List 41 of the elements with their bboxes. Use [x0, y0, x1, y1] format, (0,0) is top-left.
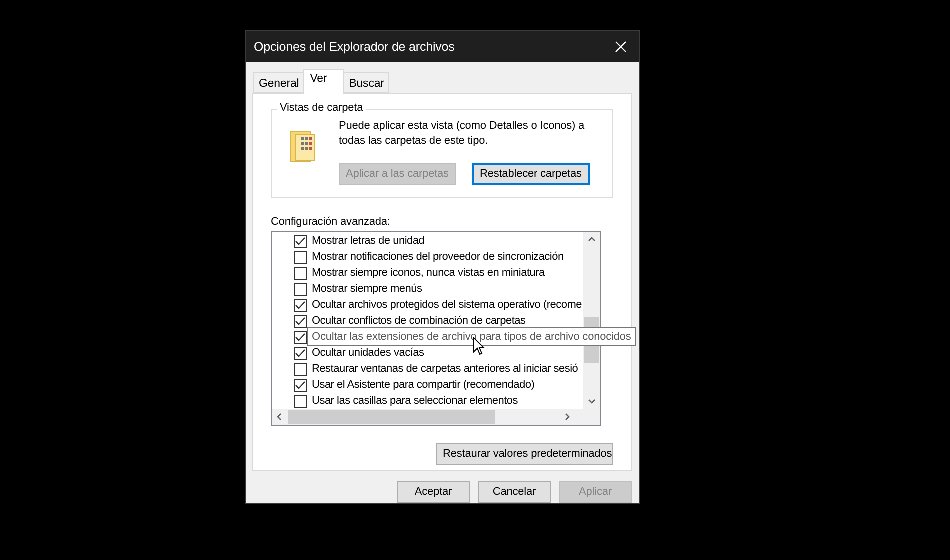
tab[interactable]: Ver — [303, 69, 344, 94]
folder-button[interactable]: Restablecer carpetas — [472, 163, 590, 185]
tooltip: Ocultar las extensiones de archivo para tipos de archivo conocidos — [307, 327, 636, 346]
dialog-button[interactable]: Aceptar — [397, 481, 470, 503]
setting-label: Restaurar ventanas de carpetas anteriores al iniciar sesió — [312, 363, 578, 375]
setting-label: Mostrar notificaciones del proveedor de sincronización — [312, 251, 564, 263]
setting-label: Mostrar siempre menús — [312, 283, 422, 295]
scroll-down-icon[interactable] — [588, 399, 596, 405]
horizontal-scrollbar[interactable] — [272, 409, 583, 425]
advanced-label: Configuración avanzada: — [271, 216, 392, 228]
checkbox[interactable] — [294, 234, 307, 248]
setting-label: Mostrar siempre iconos, nunca vistas en miniatura — [312, 267, 545, 279]
checkbox[interactable] — [294, 394, 307, 408]
setting-label: Usar las casillas para seleccionar elementos — [312, 395, 518, 407]
setting-label: Ocultar archivos protegidos del sistema operativo (recome — [312, 299, 582, 311]
setting-label: Mostrar letras de unidad — [312, 235, 425, 247]
close-icon — [615, 40, 627, 52]
scroll-right-icon[interactable] — [565, 413, 571, 421]
folder-icon — [290, 131, 317, 162]
restore-defaults-button[interactable]: Restaurar valores predeterminados — [436, 443, 613, 465]
setting-label: Ocultar conflictos de combinación de carpetas — [312, 315, 526, 327]
scroll-left-icon[interactable] — [276, 413, 282, 421]
checkbox[interactable] — [294, 378, 307, 392]
dialog-button[interactable]: Cancelar — [478, 481, 551, 503]
checkbox[interactable] — [294, 314, 307, 328]
window-title: Opciones del Explorador de archivos — [254, 40, 455, 54]
checkbox[interactable] — [294, 266, 307, 280]
checkbox[interactable] — [294, 282, 307, 296]
group-title: Vistas de carpeta — [277, 102, 366, 114]
checkbox[interactable] — [294, 250, 307, 264]
scroll-thumb[interactable] — [288, 410, 495, 424]
setting-label: Usar el Asistente para compartir (recomendado) — [312, 379, 535, 391]
tab[interactable]: Buscar — [343, 72, 390, 93]
checkbox[interactable] — [294, 362, 307, 376]
setting-label: Ocultar unidades vacías — [312, 347, 424, 359]
tab[interactable]: General — [253, 72, 304, 93]
checkbox[interactable] — [294, 330, 307, 344]
checkbox[interactable] — [294, 298, 307, 312]
scroll-up-icon[interactable] — [588, 236, 596, 242]
checkbox[interactable] — [294, 346, 307, 360]
description-text: Puede aplicar esta vista (como Detalles o Iconos) a todas las carpetas de este tipo. — [339, 119, 586, 149]
